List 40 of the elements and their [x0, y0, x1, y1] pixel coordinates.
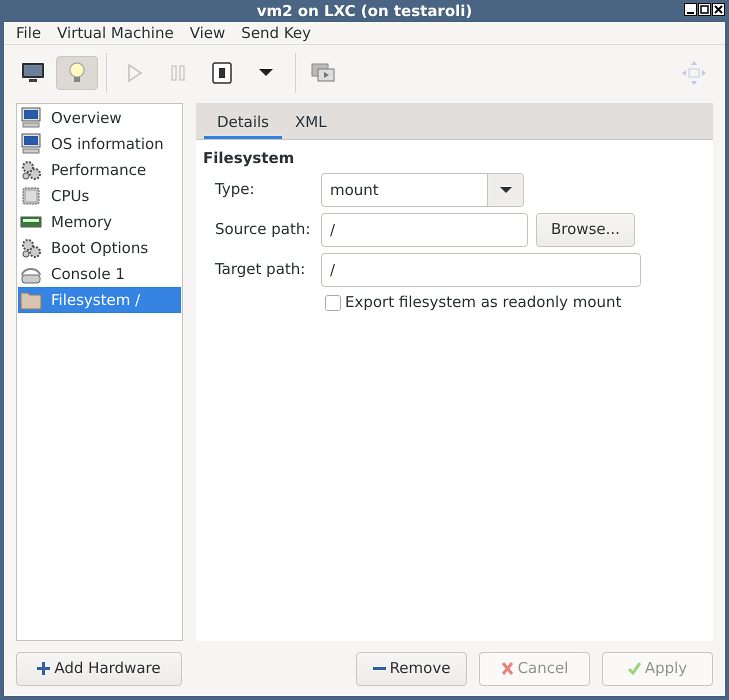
- browse-button[interactable]: Browse...: [536, 212, 635, 246]
- input-field[interactable]: /: [321, 212, 528, 246]
- close-icon: [712, 3, 725, 16]
- sidebar-item[interactable]: Overview: [51, 106, 122, 130]
- field-label: Source path:: [215, 219, 312, 240]
- add-button[interactable]: Add Hardware: [16, 652, 182, 686]
- field-label: Target path:: [215, 259, 306, 280]
- sidebar-item[interactable]: CPUs: [51, 184, 90, 208]
- section-heading: Filesystem: [202, 148, 296, 169]
- maximize-icon: [698, 3, 711, 16]
- minimize-icon: [684, 3, 697, 16]
- gears-icon: [20, 237, 42, 259]
- checkbox-label: Export filesystem as readonly mount: [345, 292, 622, 314]
- gears-icon: [20, 159, 42, 181]
- tab[interactable]: Details: [204, 103, 282, 139]
- caret-icon: [259, 69, 273, 76]
- menu-item[interactable]: View: [182, 22, 234, 44]
- type-dropdown[interactable]: mount: [321, 172, 524, 206]
- fullscreen-icon: [680, 58, 708, 86]
- sidebar-item[interactable]: Memory: [51, 210, 112, 234]
- cross-icon: [500, 662, 514, 675]
- dialog-button[interactable]: Remove: [356, 652, 467, 686]
- sidebar-item[interactable]: Boot Options: [51, 236, 148, 260]
- plus-icon: [37, 662, 50, 675]
- field-label: Type:: [215, 179, 256, 200]
- monitor-icon: [20, 107, 42, 129]
- window-title: vm2 on LXC (on testaroli): [256, 0, 472, 22]
- checkbox[interactable]: [325, 294, 341, 310]
- sidebar-item[interactable]: Console 1: [51, 262, 125, 286]
- sidebar-item[interactable]: Performance: [51, 158, 146, 182]
- monitor-icon: [20, 133, 42, 155]
- caret-icon: [500, 186, 512, 194]
- input-field[interactable]: /: [321, 252, 641, 286]
- checkmark-icon: [628, 662, 641, 675]
- menu-item[interactable]: Send Key: [233, 22, 320, 44]
- chip-icon: [20, 185, 42, 207]
- sidebar-item[interactable]: OS information: [51, 132, 164, 156]
- menu-item[interactable]: Virtual Machine: [49, 22, 182, 44]
- tab[interactable]: XML: [282, 103, 340, 139]
- menu-item[interactable]: File: [8, 22, 50, 44]
